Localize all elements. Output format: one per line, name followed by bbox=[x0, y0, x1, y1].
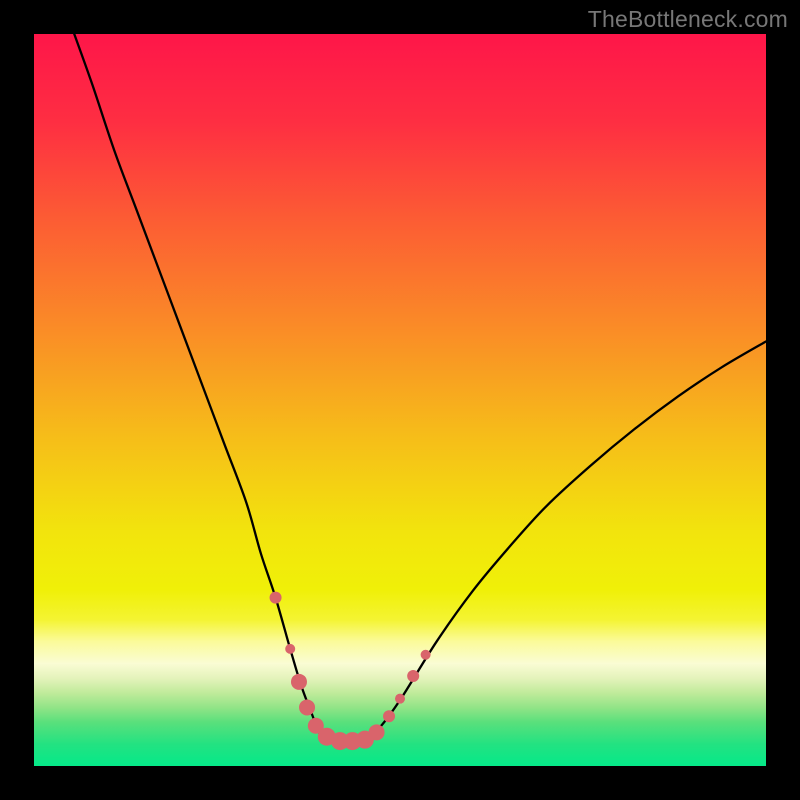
plot-area bbox=[34, 34, 766, 766]
data-marker bbox=[383, 710, 395, 722]
data-marker bbox=[270, 592, 282, 604]
data-marker bbox=[369, 724, 385, 740]
data-marker bbox=[299, 699, 315, 715]
gradient-background bbox=[34, 34, 766, 766]
watermark-text: TheBottleneck.com bbox=[588, 6, 788, 33]
data-marker bbox=[407, 670, 419, 682]
data-marker bbox=[285, 644, 295, 654]
data-marker bbox=[291, 674, 307, 690]
chart-frame: TheBottleneck.com bbox=[0, 0, 800, 800]
data-marker bbox=[421, 650, 431, 660]
data-marker bbox=[395, 694, 405, 704]
chart-svg bbox=[34, 34, 766, 766]
